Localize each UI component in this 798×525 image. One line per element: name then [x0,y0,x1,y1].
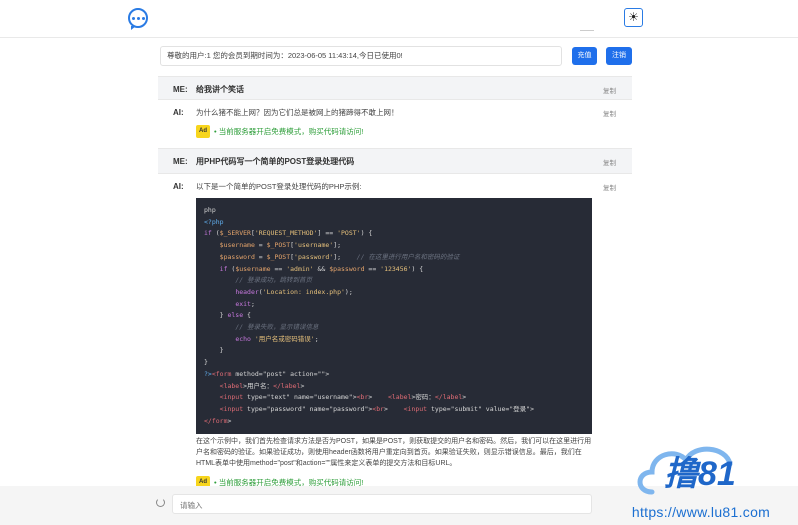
chat-bubble-icon[interactable] [128,8,148,30]
copy-button[interactable]: 复制 [603,182,616,192]
message-role: AI: [173,182,184,191]
message-text: 为什么猪不能上网？因为它们总是被网上的猪蹄得不敢上网！ [196,108,399,117]
message-role: AI: [173,108,184,117]
ad-badge: Ad [196,476,210,486]
message-user: ME: 给我讲个笑话 复制 [158,76,632,100]
code-language: php [204,206,216,214]
watermark-url: https://www.lu81.com [631,504,771,520]
notice-row: 尊敬的用户:1 您的会员到期时间为：2023-06-05 11:43:14,今日… [160,46,632,66]
message-text: 用PHP代码写一个简单的POST登录处理代码 [196,157,355,166]
watermark: 撸81 https://www.lu81.com [604,436,798,525]
ad-text[interactable]: • 当前服务器开启免费模式，购买代码请访问! [214,477,363,486]
copy-button[interactable]: 复制 [603,85,616,95]
recharge-button[interactable]: 充值 [572,47,597,65]
watermark-brand: 撸81 [664,455,736,493]
code-content: <?php if ($_SERVER['REQUEST_METHOD'] == … [204,217,535,425]
copy-button[interactable]: 复制 [603,157,616,167]
explanation-text: 在这个示例中，我们首先检查请求方法是否为POST，如果是POST，则获取提交的用… [196,438,592,468]
membership-notice: 尊敬的用户:1 您的会员到期时间为：2023-06-05 11:43:14,今日… [160,46,562,66]
ad-badge: Ad [196,125,210,138]
message-ai: AI: 复制 以下是一个简单的POST登录处理代码的PHP示例: php <?p… [158,174,632,486]
code-block: php <?php if ($_SERVER['REQUEST_METHOD']… [196,198,592,435]
theme-toggle-button[interactable]: ☀ [624,8,643,27]
ad-notice[interactable]: Ad • 当前服务器开启免费模式，购买代码请访问! [196,476,592,486]
logout-button[interactable]: 注销 [606,47,632,65]
message-role: ME: [173,157,188,166]
message-role: ME: [173,85,188,94]
ad-text[interactable]: • 当前服务器开启免费模式，购买代码请访问! [214,126,363,137]
top-bar: ☀ [0,0,798,38]
message-ai: AI: 复制 为什么猪不能上网？因为它们总是被网上的猪蹄得不敢上网！ Ad • … [158,100,632,148]
copy-button[interactable]: 复制 [603,108,616,118]
chat-log: ME: 给我讲个笑话 复制 AI: 复制 为什么猪不能上网？因为它们总是被网上的… [158,76,632,486]
sun-icon: ☀ [628,10,639,24]
message-text: 以下是一个简单的POST登录处理代码的PHP示例: [196,182,362,191]
message-text: 给我讲个笑话 [196,85,244,94]
divider [580,30,594,31]
message-input[interactable] [173,496,591,515]
ad-notice[interactable]: Ad • 当前服务器开启免费模式，购买代码请访问! [196,125,592,138]
message-input-wrap [172,494,592,515]
message-user: ME: 用PHP代码写一个简单的POST登录处理代码 复制 [158,148,632,174]
refresh-icon[interactable] [156,498,165,507]
